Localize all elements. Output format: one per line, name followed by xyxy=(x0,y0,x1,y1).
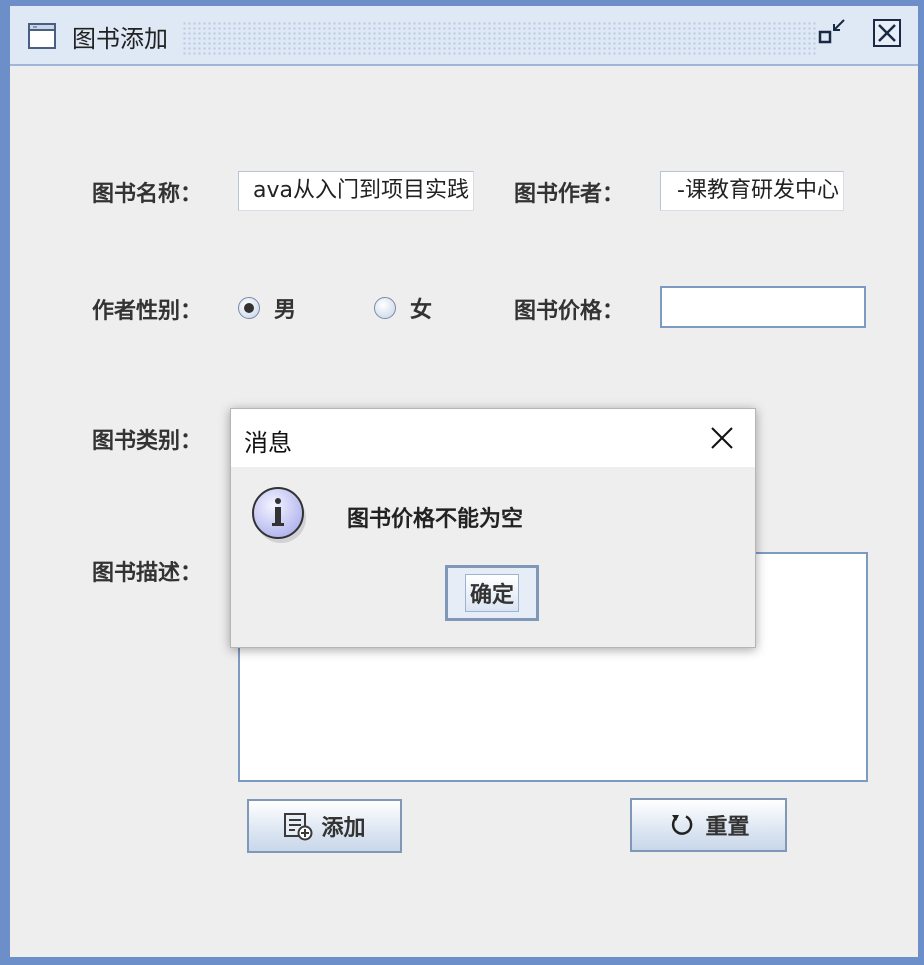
gender-male-radio[interactable]: 男 xyxy=(238,294,318,324)
close-icon[interactable] xyxy=(709,425,735,451)
close-window-icon[interactable] xyxy=(872,18,902,48)
book-price-input[interactable] xyxy=(660,286,866,328)
window-titlebar[interactable]: 图书添加 xyxy=(10,6,918,66)
book-author-value: -课教育研发中心 xyxy=(677,178,839,203)
book-name-input[interactable]: ava从入门到项目实践 xyxy=(238,171,474,211)
radio-selected-icon xyxy=(238,297,260,319)
add-button-label: 添加 xyxy=(321,815,366,841)
book-author-label: 图书作者： xyxy=(514,181,625,207)
book-name-label: 图书名称： xyxy=(92,181,203,207)
ok-button-label: 确定 xyxy=(464,574,519,612)
book-author-input[interactable]: -课教育研发中心 xyxy=(660,171,844,211)
reset-button-label: 重置 xyxy=(705,814,750,840)
info-icon xyxy=(252,487,306,543)
book-category-label: 图书类别： xyxy=(92,428,203,454)
dialog-titlebar[interactable]: 消息 xyxy=(231,409,755,467)
book-name-value: ava从入门到项目实践 xyxy=(253,178,469,203)
window-icon xyxy=(28,23,56,49)
book-price-label: 图书价格： xyxy=(514,298,625,324)
titlebar-texture xyxy=(182,21,816,55)
dialog-message: 图书价格不能为空 xyxy=(347,506,524,532)
reset-icon xyxy=(672,815,693,835)
gender-female-radio[interactable]: 女 xyxy=(374,294,454,324)
gender-female-label: 女 xyxy=(410,297,433,323)
gender-male-label: 男 xyxy=(274,297,297,323)
radio-unselected-icon xyxy=(374,297,396,319)
add-button[interactable]: 添加 xyxy=(247,799,402,853)
reset-button[interactable]: 重置 xyxy=(630,798,787,852)
window-title: 图书添加 xyxy=(72,25,168,53)
add-book-icon xyxy=(284,813,313,841)
author-gender-label: 作者性别： xyxy=(92,298,203,324)
restore-icon[interactable] xyxy=(818,18,848,48)
dialog-title: 消息 xyxy=(244,429,292,457)
ok-button[interactable]: 确定 xyxy=(445,565,539,621)
book-description-label: 图书描述： xyxy=(92,560,203,586)
message-dialog: 消息 图书价格不能为空 确定 xyxy=(230,408,756,648)
